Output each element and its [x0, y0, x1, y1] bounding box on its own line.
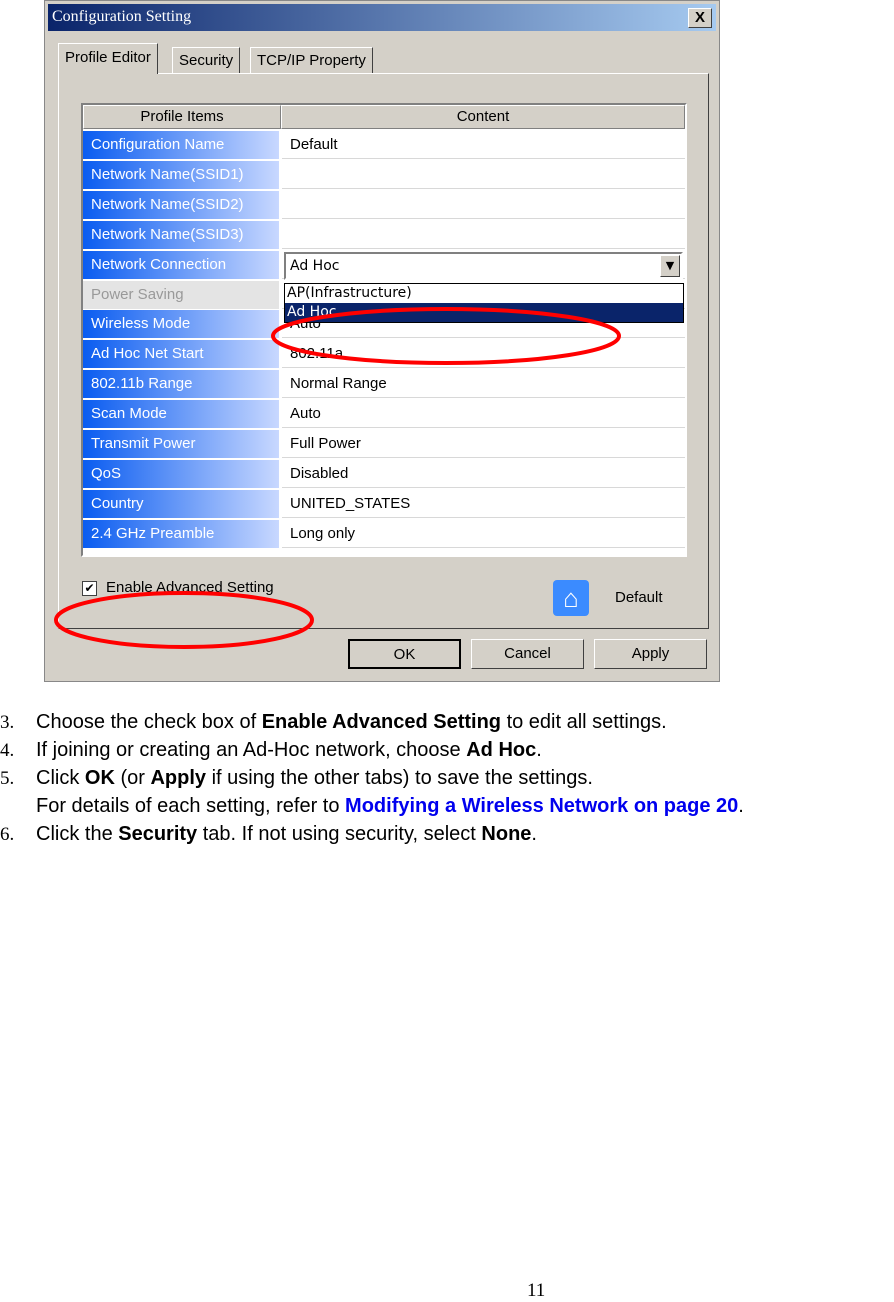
highlight-ellipse-ad-hoc [271, 307, 621, 365]
tab-profile-editor[interactable]: Profile Editor [58, 43, 158, 74]
step-fragment: (or [114, 767, 151, 789]
step-text: For details of each setting, refer to Mo… [36, 795, 744, 818]
step-fragment: Click [36, 767, 85, 789]
page-link[interactable]: Modifying a Wireless Network on page 20 [345, 795, 738, 817]
bold-term: Ad Hoc [466, 739, 537, 761]
bold-term: None [481, 823, 532, 845]
step-fragment: . [738, 795, 744, 817]
step-number: 6. [0, 824, 15, 845]
step-number: 3. [0, 712, 15, 733]
step-text: Click the Security tab. If not using sec… [36, 823, 537, 846]
bold-term: Apply [150, 767, 207, 789]
step-fragment: . [531, 823, 537, 845]
step-fragment: tab. If not using security, select [197, 823, 482, 845]
step-fragment: If joining or creating an Ad-Hoc network… [36, 739, 467, 761]
step-number: 5. [0, 768, 15, 789]
step-text: Click OK (or Apply if using the other ta… [36, 767, 593, 790]
step-fragment: if using the other tabs) to save the set… [206, 767, 593, 789]
highlight-overlay [54, 307, 621, 649]
bold-term: Enable Advanced Setting [261, 711, 502, 733]
step-fragment: . [536, 739, 542, 761]
step-fragment: Choose the check box of [36, 711, 262, 733]
step-fragment: For details of each setting, refer to [36, 795, 346, 817]
step-text: If joining or creating an Ad-Hoc network… [36, 739, 542, 762]
step-number: 4. [0, 740, 15, 761]
highlight-ellipse-checkbox [54, 591, 314, 649]
step-fragment: to edit all settings. [501, 711, 667, 733]
step-text: Choose the check box of Enable Advanced … [36, 711, 667, 734]
bold-term: Security [118, 823, 198, 845]
step-fragment: Click the [36, 823, 119, 845]
bold-term: OK [84, 767, 115, 789]
